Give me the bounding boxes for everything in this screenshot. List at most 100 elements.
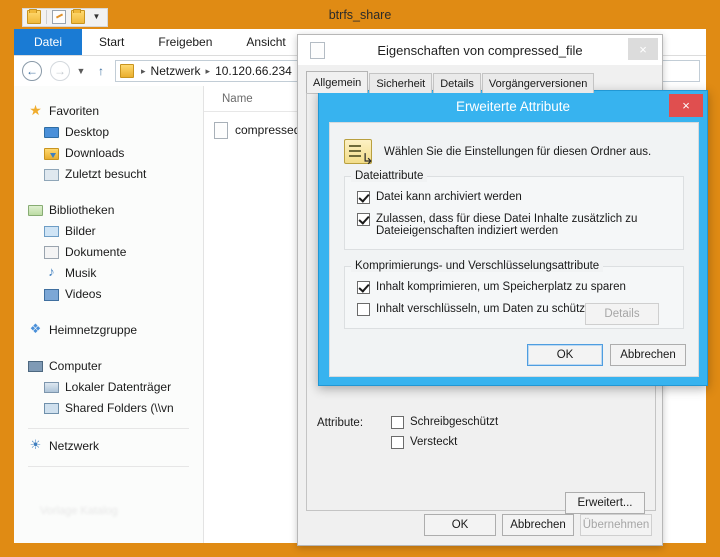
checkbox-indizieren[interactable]: Zulassen, dass für diese Datei Inhalte z… [357,213,671,237]
up-button[interactable]: ↑ [92,61,110,81]
properties-tabstrip: Allgemein Sicherheit Details Vorgängerve… [306,71,662,93]
checkbox-box[interactable] [357,213,370,226]
screen: ▼ btrfs_share Datei Start Freigeben Ansi… [0,0,720,557]
tab-allgemein[interactable]: Allgemein [306,71,369,93]
sidebar-label: Heimnetzgruppe [49,322,138,337]
checkbox-box[interactable] [357,281,370,294]
network-icon: ☀ [29,437,42,452]
checkbox-box[interactable] [357,191,370,204]
desktop-icon [44,127,59,138]
sidebar-label: Musik [65,265,97,280]
tab-datei[interactable]: Datei [14,29,83,55]
sidebar-item-bibliotheken[interactable]: Bibliotheken [14,199,203,220]
tab-ansicht[interactable]: Ansicht [229,29,302,55]
sidebar-item-heimnetzgruppe[interactable]: ❖ Heimnetzgruppe [14,319,203,340]
group-dateiattribute: Dateiattribute Datei kann archiviert wer… [344,170,684,250]
breadcrumb-item-host[interactable]: 10.120.66.234 [215,64,292,78]
tab-freigeben[interactable]: Freigeben [141,29,229,55]
checkbox-label: Inhalt verschlüsseln, um Daten zu schütz… [376,303,598,315]
cancel-button[interactable]: Abbrechen [502,514,574,536]
checkbox-box[interactable] [391,416,404,429]
drive-icon [44,382,59,393]
advanced-title-bar: Erweiterte Attribute × [319,91,707,122]
pictures-icon [44,226,59,237]
group-komprimierung: Komprimierungs- und Verschlüsselungsattr… [344,260,684,329]
navigation-pane: ★ Favoriten Desktop Downloads Zuletzt be… [14,86,204,543]
history-dropdown-icon[interactable]: ▼ [73,61,89,81]
group-legend: Komprimierungs- und Verschlüsselungsattr… [351,260,604,272]
documents-icon [44,245,59,259]
ok-button[interactable]: OK [424,514,496,536]
checkbox-verschluesseln[interactable]: Inhalt verschlüsseln, um Daten zu schütz… [357,303,671,325]
sidebar-item-netzwerk[interactable]: ☀ Netzwerk [14,435,203,456]
properties-title: Eigenschaften von compressed_file [377,42,583,58]
sidebar-item-musik[interactable]: ♪ Musik [14,262,203,283]
back-button[interactable]: ← [22,61,42,81]
sidebar-item-lokaler-datentraeger[interactable]: Lokaler Datenträger [14,376,203,397]
sidebar-item-desktop[interactable]: Desktop [14,121,203,142]
sidebar-label: Zuletzt besucht [65,166,147,181]
sidebar-item-downloads[interactable]: Downloads [14,142,203,163]
ok-button[interactable]: OK [527,344,603,366]
checkbox-schreibgeschuetzt[interactable]: Schreibgeschützt [391,416,498,429]
sidebar-label: Lokaler Datenträger [65,379,172,394]
checkbox-komprimieren[interactable]: Inhalt komprimieren, um Speicherplatz zu… [357,281,671,294]
sidebar-item-computer[interactable]: Computer [14,355,203,376]
sidebar-label: Netzwerk [49,438,100,453]
computer-icon [28,361,43,372]
checkbox-label: Datei kann archiviert werden [376,191,522,203]
sidebar-item-bilder[interactable]: Bilder [14,220,203,241]
close-icon[interactable]: × [628,38,658,60]
sidebar-divider [28,428,189,429]
sidebar-label: Shared Folders (\\vn [65,400,174,415]
sidebar-label: Computer [49,358,102,373]
details-button: Details [585,303,659,325]
sidebar-item-zuletzt-besucht[interactable]: Zuletzt besucht [14,163,203,184]
attributes-label: Attribute: [317,417,364,429]
sidebar-label: Favoriten [49,103,100,118]
breadcrumb-separator-2: ▸ [205,65,211,76]
checkbox-versteckt[interactable]: Versteckt [391,436,498,449]
breadcrumb-separator: ▸ [141,65,146,76]
checkbox-box[interactable] [357,303,370,316]
sidebar-blurred-text: Vorlage Katalog [40,505,118,517]
advanced-attributes-dialog: Erweiterte Attribute × Wählen Sie die Ei… [318,90,708,386]
sidebar-item-favoriten[interactable]: ★ Favoriten [14,100,203,121]
checkbox-archiv[interactable]: Datei kann archiviert werden [357,191,671,204]
network-folder-icon [120,64,134,78]
checkbox-label: Inhalt komprimieren, um Speicherplatz zu… [376,281,626,293]
cancel-button[interactable]: Abbrechen [610,344,686,366]
folder-settings-icon [344,139,374,167]
downloads-icon [44,147,59,160]
close-icon[interactable]: × [669,94,703,117]
video-icon [44,288,59,301]
sidebar-item-videos[interactable]: Videos [14,283,203,304]
network-drive-icon [44,403,59,414]
tab-vorgaengerversionen[interactable]: Vorgängerversionen [481,73,595,93]
homegroup-icon: ❖ [29,321,42,336]
advanced-body: Wählen Sie die Einstellungen für diesen … [329,122,699,377]
erweitert-button[interactable]: Erweitert... [565,492,645,514]
recent-icon [44,168,59,181]
checkbox-box[interactable] [391,436,404,449]
sidebar-label: Bibliotheken [49,202,115,217]
music-icon: ♪ [48,264,55,279]
breadcrumb-item-netzwerk[interactable]: Netzwerk [151,64,201,78]
attributes-row: Attribute: Schreibgeschützt Versteckt [317,416,647,456]
checkbox-label: Schreibgeschützt [410,416,499,428]
libraries-icon [28,205,43,216]
tab-details[interactable]: Details [433,73,481,93]
sidebar-item-shared-folders[interactable]: Shared Folders (\\vn [14,397,203,418]
advanced-header-text: Wählen Sie die Einstellungen für diesen … [384,145,652,158]
tab-start[interactable]: Start [82,29,141,55]
tab-sicherheit[interactable]: Sicherheit [369,73,433,93]
sidebar-divider-2 [28,466,189,467]
forward-button[interactable]: → [50,61,70,81]
sidebar-item-dokumente[interactable]: Dokumente [14,241,203,262]
sidebar-label: Bilder [65,223,96,238]
file-icon [214,121,228,139]
apply-button: Übernehmen [580,514,652,536]
